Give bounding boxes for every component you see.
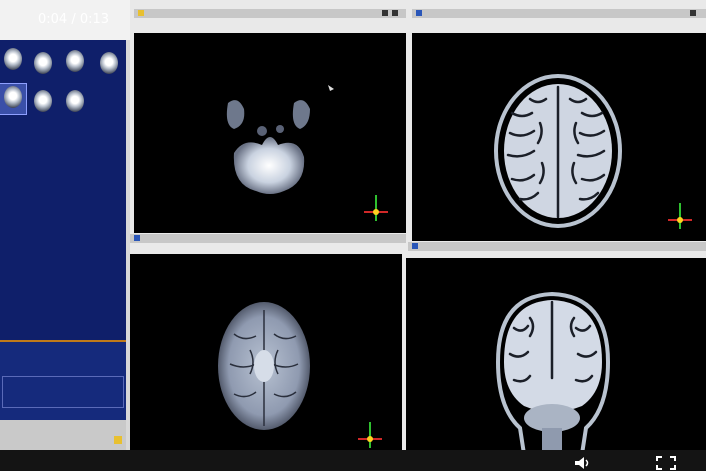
volume-icon[interactable] bbox=[574, 456, 592, 470]
thumbnail-image bbox=[4, 86, 22, 108]
orientation-marker-icon bbox=[668, 203, 692, 233]
message-box bbox=[2, 376, 124, 408]
series-thumbnail[interactable] bbox=[62, 88, 88, 118]
mri-image bbox=[218, 302, 310, 430]
thumbnail-image bbox=[34, 90, 52, 112]
thumbnail-image bbox=[4, 48, 22, 70]
mri-image bbox=[495, 291, 611, 454]
series-thumbnail[interactable] bbox=[96, 50, 122, 80]
viewport-axial-t1-upper[interactable] bbox=[412, 33, 706, 241]
viewport-titlebar-v3 bbox=[130, 234, 406, 243]
thumbnail-image bbox=[100, 52, 118, 74]
orientation-marker-icon bbox=[358, 422, 382, 450]
sidebar-footer bbox=[0, 420, 126, 450]
series-thumbnail-panel bbox=[0, 40, 126, 340]
viewport-tag[interactable] bbox=[412, 243, 418, 249]
message-panel bbox=[0, 340, 126, 422]
viewport-titlebar-v1 bbox=[134, 9, 406, 18]
sidebar bbox=[0, 0, 130, 450]
series-thumbnail[interactable] bbox=[30, 88, 56, 118]
status-indicator bbox=[114, 436, 122, 444]
viewer-screen: 0:04 / 0:13 bbox=[0, 0, 706, 471]
viewport-control-icon[interactable] bbox=[382, 10, 388, 16]
thumbnail-image bbox=[34, 52, 52, 74]
fullscreen-icon[interactable] bbox=[656, 456, 676, 470]
viewport-tag[interactable] bbox=[134, 235, 140, 241]
viewport-axial-dwi-lower[interactable] bbox=[134, 33, 406, 233]
series-thumbnail[interactable] bbox=[30, 50, 56, 80]
series-thumbnail[interactable] bbox=[0, 46, 26, 76]
viewport-tag[interactable] bbox=[138, 10, 144, 16]
viewport-coronal-t1[interactable] bbox=[406, 258, 706, 454]
viewport-control-icon[interactable] bbox=[690, 10, 696, 16]
mri-image bbox=[494, 74, 622, 228]
player-controls-bar bbox=[0, 450, 706, 471]
thumbnail-image bbox=[66, 50, 84, 72]
series-thumbnail-selected[interactable] bbox=[0, 83, 27, 115]
viewport-tag[interactable] bbox=[416, 10, 422, 16]
playback-time: 0:04 / 0:13 bbox=[38, 12, 110, 27]
orientation-marker-icon bbox=[364, 195, 388, 225]
viewport-control-icon[interactable] bbox=[392, 10, 398, 16]
viewport-titlebar-v2 bbox=[412, 9, 706, 18]
series-thumbnail[interactable] bbox=[62, 48, 88, 78]
thumbnail-image bbox=[66, 90, 84, 112]
viewport-titlebar-v4 bbox=[408, 242, 706, 251]
viewport-axial-dwi-mid[interactable] bbox=[130, 254, 402, 450]
